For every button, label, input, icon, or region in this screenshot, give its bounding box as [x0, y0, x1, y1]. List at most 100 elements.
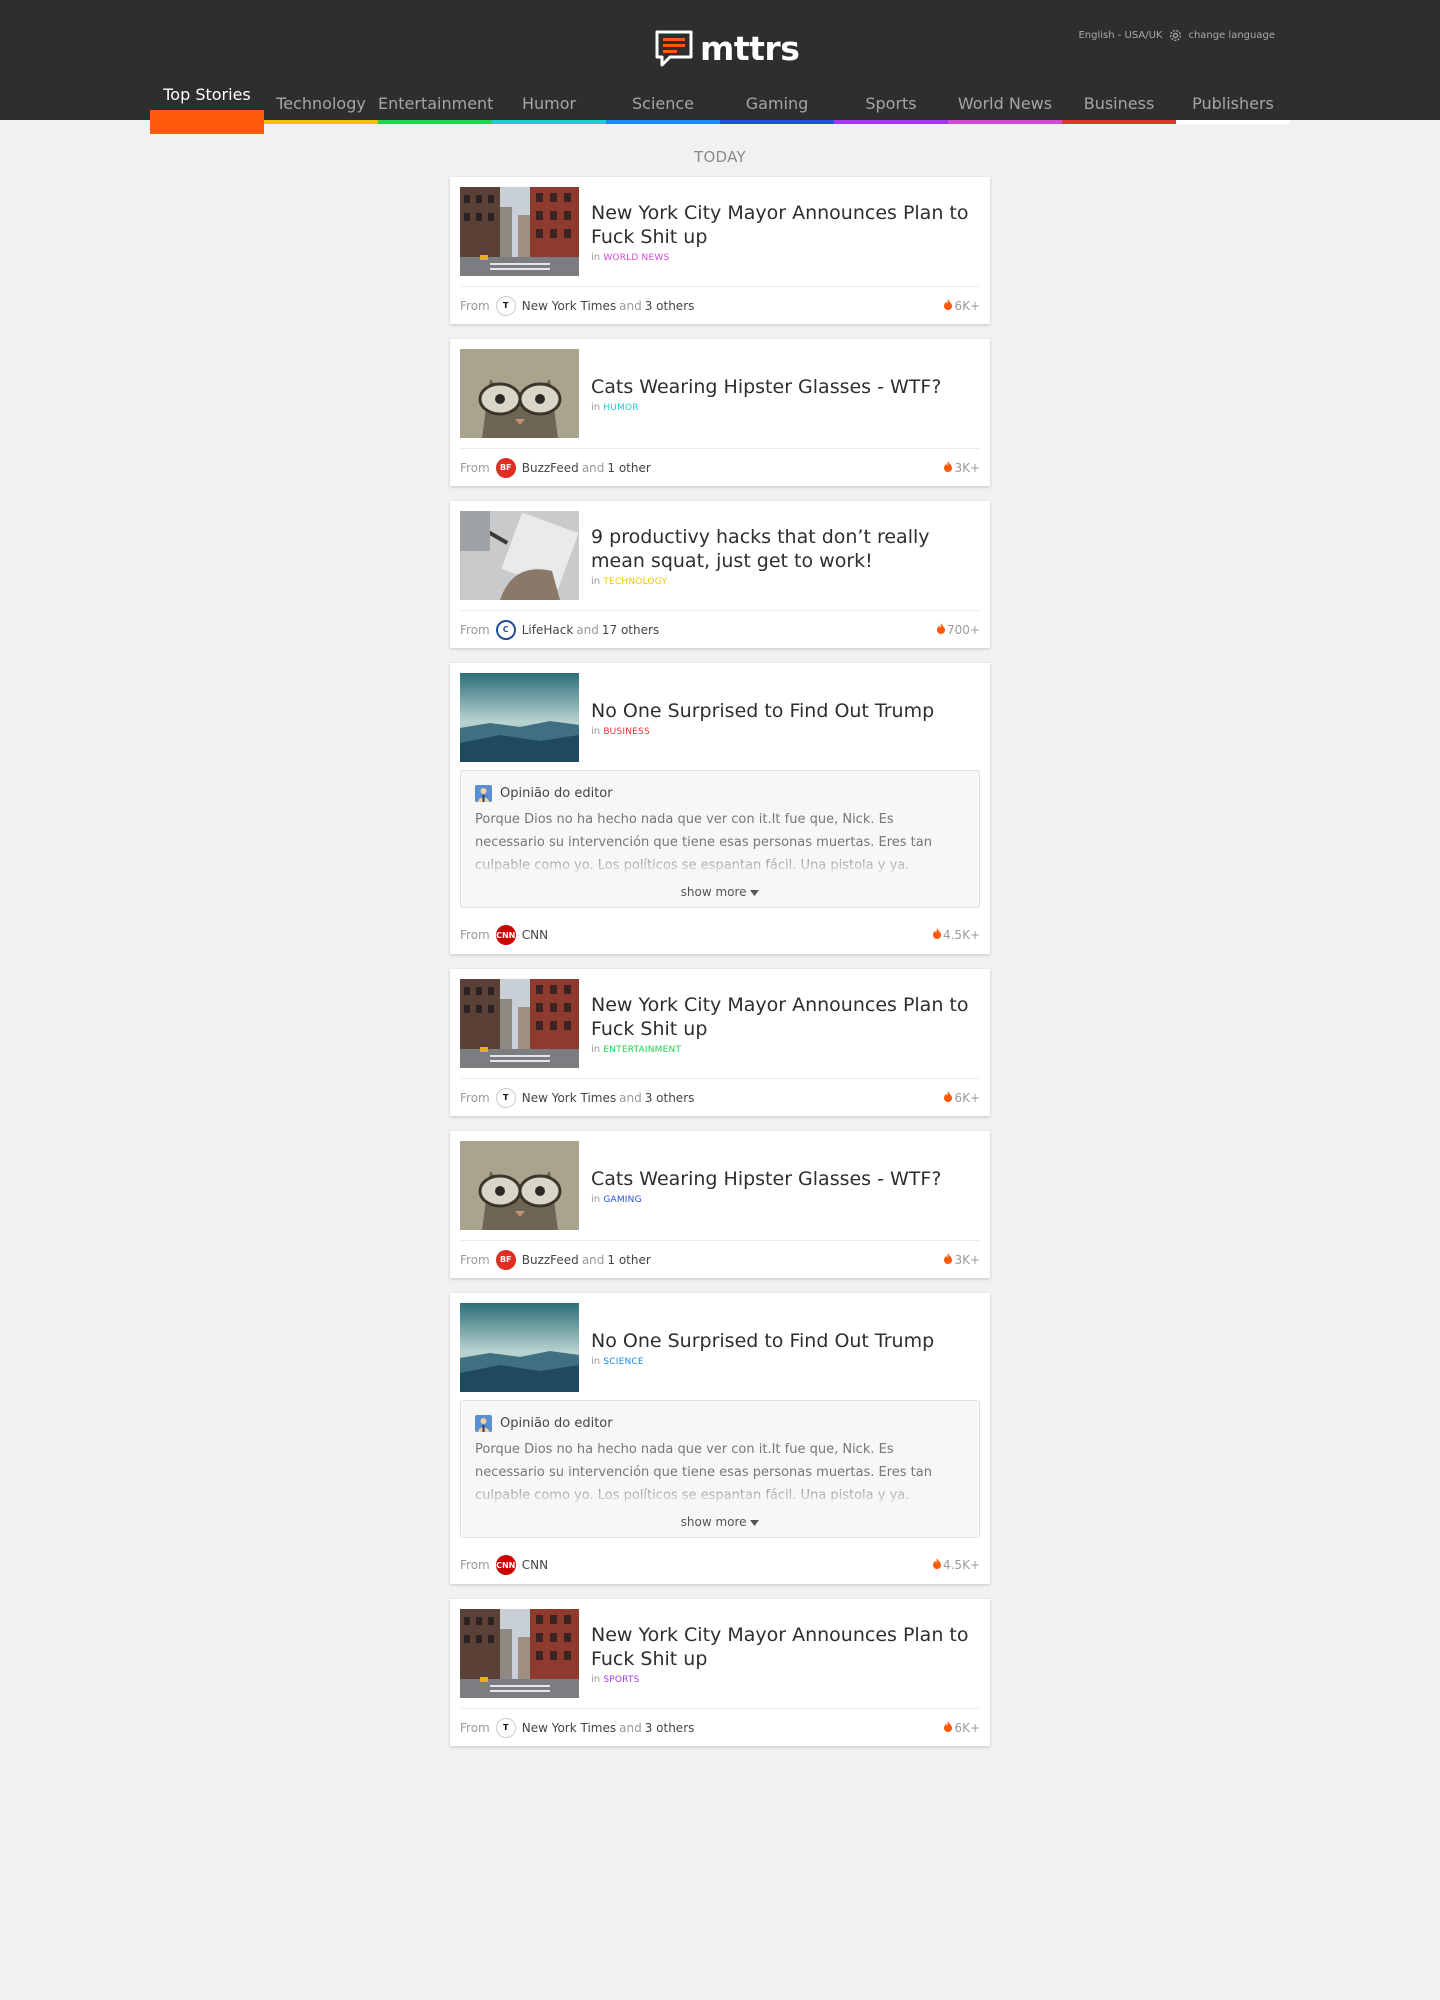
story-card[interactable]: No One Surprised to Find Out Trump in BUS… — [450, 663, 990, 954]
publisher-name[interactable]: LifeHack — [522, 623, 574, 637]
lifehack-logo-icon[interactable]: C — [495, 619, 516, 640]
story-thumbnail[interactable] — [460, 979, 579, 1068]
category-prefix: in — [591, 575, 601, 587]
story-thumbnail[interactable] — [460, 511, 579, 600]
story-thumbnail[interactable] — [460, 673, 579, 762]
publisher-name[interactable]: BuzzFeed — [522, 1253, 579, 1267]
nav-tab-label: Publishers — [1192, 94, 1274, 113]
story-title[interactable]: Cats Wearing Hipster Glasses - WTF? — [591, 375, 941, 399]
other-sources-link[interactable]: 3 others — [645, 1091, 695, 1105]
cnn-logo-icon[interactable]: CNN — [495, 925, 516, 945]
story-title[interactable]: New York City Mayor Announces Plan to Fu… — [591, 201, 980, 249]
nyt-logo-icon[interactable]: T — [495, 295, 516, 316]
story-text: New York City Mayor Announces Plan to Fu… — [591, 993, 980, 1055]
publisher-name[interactable]: New York Times — [522, 299, 616, 313]
buzzfeed-logo-icon[interactable]: BF — [495, 457, 516, 478]
nav-tab-top-stories[interactable]: Top Stories — [150, 80, 264, 134]
popularity-count: 6K+ — [944, 1720, 980, 1735]
nav-tab-humor[interactable]: Humor — [492, 80, 606, 124]
story-thumbnail[interactable] — [460, 1609, 579, 1698]
editor-avatar-icon — [475, 1415, 492, 1432]
story-title[interactable]: No One Surprised to Find Out Trump — [591, 1329, 934, 1353]
change-language-link[interactable]: change language — [1188, 30, 1275, 41]
nav-tab-sports[interactable]: Sports — [834, 80, 948, 124]
category-link[interactable]: SCIENCE — [603, 1357, 643, 1367]
story-title[interactable]: New York City Mayor Announces Plan to Fu… — [591, 993, 980, 1041]
publisher-name[interactable]: CNN — [522, 928, 548, 942]
nav-tab-label: Sports — [865, 94, 917, 113]
category-link[interactable]: HUMOR — [603, 403, 638, 413]
nyt-logo-icon[interactable]: T — [495, 1717, 516, 1738]
show-more-button[interactable]: show more — [475, 1515, 965, 1529]
from-label: From — [460, 1090, 490, 1105]
editor-heading: Opinião do editor — [475, 785, 965, 802]
nav-tab-label: Business — [1083, 94, 1155, 113]
popularity-count: 4.5K+ — [932, 928, 980, 942]
nav-tab-label: Entertainment — [378, 94, 494, 113]
nyt-logo-icon[interactable]: T — [495, 1087, 516, 1108]
story-title[interactable]: Cats Wearing Hipster Glasses - WTF? — [591, 1167, 941, 1191]
story-header: Cats Wearing Hipster Glasses - WTF? in HU… — [460, 349, 980, 438]
publisher-name[interactable]: BuzzFeed — [522, 461, 579, 475]
story-thumbnail[interactable] — [460, 1303, 579, 1392]
category-link[interactable]: GAMING — [603, 1195, 641, 1205]
nav-color-bar — [1176, 120, 1290, 124]
story-text: New York City Mayor Announces Plan to Fu… — [591, 1623, 980, 1685]
popularity-count: 6K+ — [944, 1090, 980, 1105]
category-link[interactable]: TECHNOLOGY — [603, 577, 667, 587]
cnn-logo-icon[interactable]: CNN — [495, 1555, 516, 1575]
publisher-name[interactable]: New York Times — [522, 1721, 616, 1735]
brand-logo[interactable]: mttrs — [654, 28, 800, 68]
popularity-value: 6K+ — [954, 1090, 980, 1105]
story-card[interactable]: Cats Wearing Hipster Glasses - WTF? in GA… — [450, 1131, 990, 1278]
story-card[interactable]: New York City Mayor Announces Plan to Fu… — [450, 177, 990, 324]
flame-icon — [944, 460, 953, 475]
nav-tab-publishers[interactable]: Publishers — [1176, 80, 1290, 124]
show-more-button[interactable]: show more — [475, 885, 965, 899]
publisher-name[interactable]: New York Times — [522, 1091, 616, 1105]
from-label: From — [460, 1720, 490, 1735]
caret-down-icon — [747, 885, 760, 899]
popularity-value: 4.5K+ — [942, 1558, 980, 1572]
other-sources-link[interactable]: 17 others — [602, 623, 659, 637]
nav-tab-world-news[interactable]: World News — [948, 80, 1062, 124]
nav-tab-technology[interactable]: Technology — [264, 80, 378, 124]
story-thumbnail[interactable] — [460, 349, 579, 438]
from-label: From — [460, 1558, 490, 1572]
nav-tab-entertainment[interactable]: Entertainment — [378, 80, 494, 124]
story-footer: From CNN CNN 4.5K+ — [460, 916, 980, 954]
category-link[interactable]: BUSINESS — [603, 727, 650, 737]
nav-tab-gaming[interactable]: Gaming — [720, 80, 834, 124]
other-sources-link[interactable]: 1 other — [607, 1253, 650, 1267]
story-card[interactable]: 9 productivy hacks that don’t really mea… — [450, 501, 990, 648]
nav-tab-science[interactable]: Science — [606, 80, 720, 124]
nav-tab-business[interactable]: Business — [1062, 80, 1176, 124]
story-header: No One Surprised to Find Out Trump in BUS… — [460, 673, 980, 762]
other-sources-link[interactable]: 1 other — [607, 461, 650, 475]
other-sources-link[interactable]: 3 others — [645, 299, 695, 313]
story-thumbnail[interactable] — [460, 1141, 579, 1230]
publisher-name[interactable]: CNN — [522, 1558, 548, 1572]
category-link[interactable]: SPORTS — [603, 1675, 639, 1685]
nav-color-bar — [264, 120, 378, 124]
story-title[interactable]: 9 productivy hacks that don’t really mea… — [591, 525, 980, 573]
story-text: New York City Mayor Announces Plan to Fu… — [591, 201, 980, 263]
nav-tab-label: Technology — [276, 94, 366, 113]
story-card[interactable]: Cats Wearing Hipster Glasses - WTF? in HU… — [450, 339, 990, 486]
story-title[interactable]: No One Surprised to Find Out Trump — [591, 699, 934, 723]
category-link[interactable]: WORLD NEWS — [603, 253, 669, 263]
category-link[interactable]: ENTERTAINMENT — [603, 1045, 681, 1055]
language-selector[interactable]: English - USA/UK change language — [1078, 28, 1275, 43]
story-thumbnail[interactable] — [460, 187, 579, 276]
popularity-count: 700+ — [937, 622, 980, 637]
story-card[interactable]: No One Surprised to Find Out Trump in SCI… — [450, 1293, 990, 1584]
story-card[interactable]: New York City Mayor Announces Plan to Fu… — [450, 969, 990, 1116]
story-title[interactable]: New York City Mayor Announces Plan to Fu… — [591, 1623, 980, 1671]
buzzfeed-logo-icon[interactable]: BF — [495, 1249, 516, 1270]
and-label: and — [619, 1720, 642, 1735]
editor-opinion: Opinião do editor Porque Dios no ha hecho… — [460, 1400, 980, 1538]
story-header: New York City Mayor Announces Plan to Fu… — [460, 1609, 980, 1698]
category-prefix: in — [591, 401, 601, 413]
story-card[interactable]: New York City Mayor Announces Plan to Fu… — [450, 1599, 990, 1746]
other-sources-link[interactable]: 3 others — [645, 1721, 695, 1735]
